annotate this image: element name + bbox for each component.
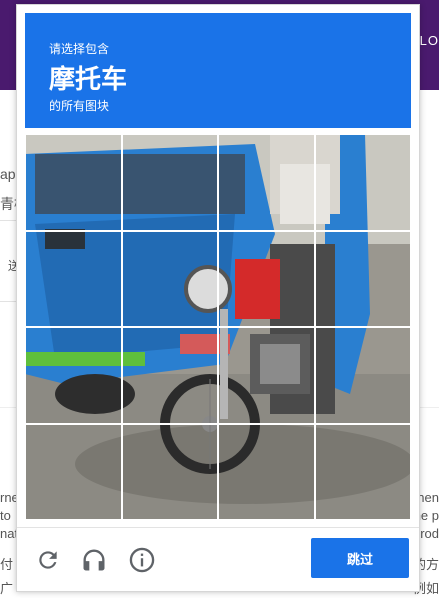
captcha-image-grid [25,134,411,520]
captcha-footer: 跳过 [17,527,419,592]
captcha-tile[interactable] [121,423,218,520]
info-icon[interactable] [127,545,157,575]
captcha-tile[interactable] [218,327,315,424]
captcha-instruction-suffix: 的所有图块 [49,99,110,113]
reload-icon[interactable] [33,545,63,575]
captcha-tile[interactable] [314,134,411,231]
captcha-header: 请选择包含 摩托车 的所有图块 [25,13,411,128]
captcha-tile[interactable] [218,134,315,231]
background-line: 广 [0,581,14,596]
captcha-tile-grid [25,134,411,520]
captcha-instruction-prefix: 请选择包含 [49,42,110,56]
captcha-tile[interactable] [25,327,122,424]
captcha-tile[interactable] [121,230,218,327]
skip-button[interactable]: 跳过 [311,538,409,578]
captcha-tile[interactable] [25,423,122,520]
captcha-tile[interactable] [314,230,411,327]
captcha-tile[interactable] [314,327,411,424]
background-snippet: ap [0,166,16,182]
captcha-tile[interactable] [25,230,122,327]
captcha-tile[interactable] [218,230,315,327]
captcha-tile[interactable] [121,327,218,424]
captcha-tile[interactable] [25,134,122,231]
background-line: 付 [0,557,14,572]
captcha-tile[interactable] [218,423,315,520]
background-line: rod [420,526,439,541]
captcha-tile[interactable] [314,423,411,520]
captcha-target-object: 摩托车 [49,64,128,94]
background-line: nen [417,490,439,505]
background-line: to [0,508,11,523]
captcha-dialog: 请选择包含 摩托车 的所有图块 跳过 [16,4,420,592]
captcha-tile[interactable] [121,134,218,231]
audio-icon[interactable] [79,545,109,575]
